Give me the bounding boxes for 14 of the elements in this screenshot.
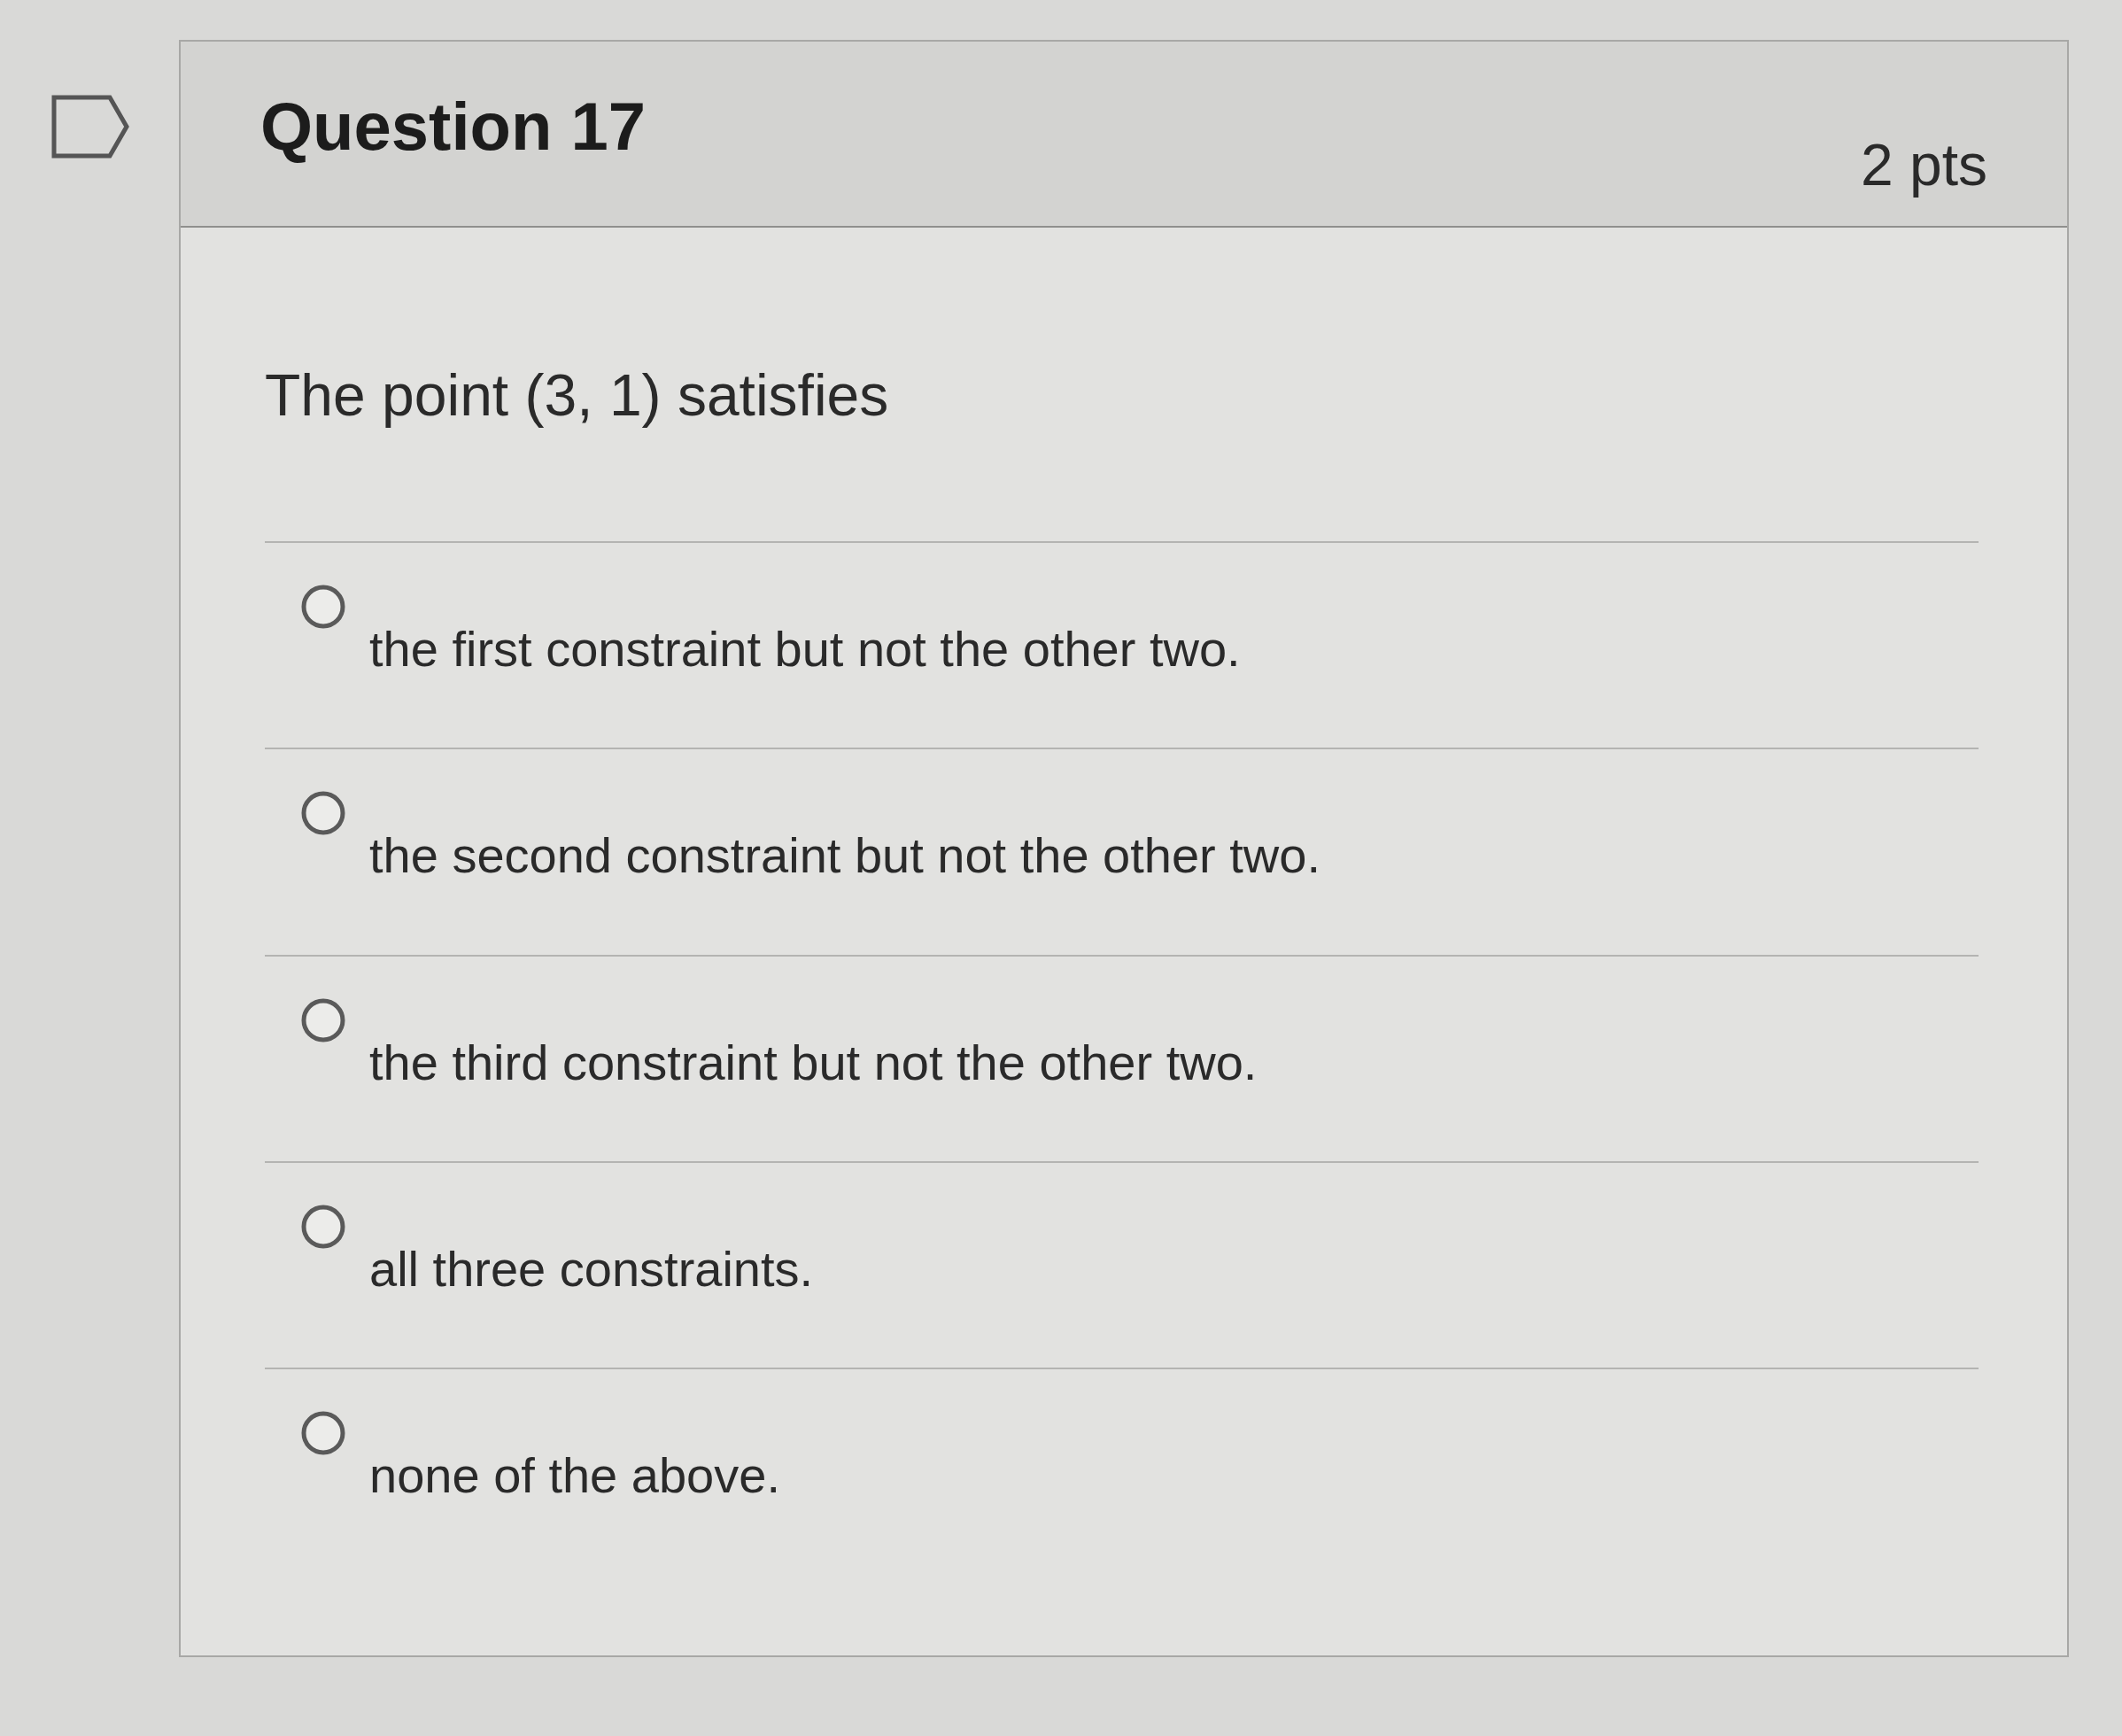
radio-button[interactable] bbox=[300, 584, 346, 631]
answer-label[interactable]: none of the above. bbox=[369, 1445, 780, 1506]
radio-button[interactable] bbox=[300, 996, 346, 1043]
question-text: The point (3, 1) satisfies bbox=[265, 361, 890, 430]
answer-label[interactable]: all three constraints. bbox=[369, 1238, 814, 1298]
radio-button[interactable] bbox=[300, 1409, 346, 1456]
answer-label[interactable]: the third constraint but not the other two. bbox=[369, 1032, 1258, 1092]
flag-icon[interactable] bbox=[51, 95, 129, 159]
question-title: Question 17 bbox=[260, 88, 646, 166]
answer-label[interactable]: the first constraint but not the other two. bbox=[369, 619, 1241, 679]
radio-button[interactable] bbox=[300, 1203, 346, 1250]
radio-button[interactable] bbox=[300, 790, 346, 837]
points-label: 2 pts bbox=[1860, 131, 1987, 199]
answer-label[interactable]: the second constraint but not the other two. bbox=[369, 825, 1320, 886]
